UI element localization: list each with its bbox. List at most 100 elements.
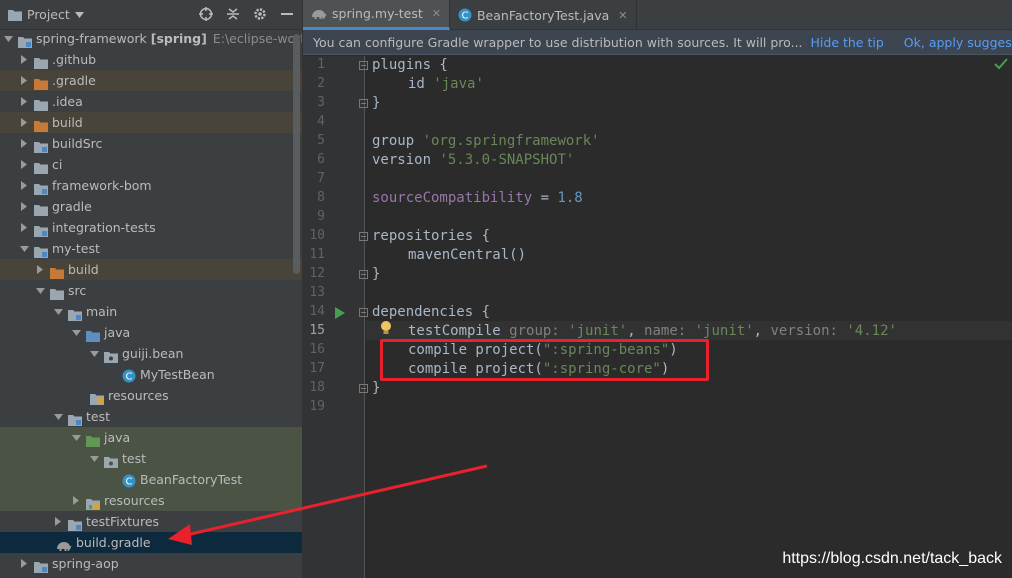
tree-node-framework-bom[interactable]: framework-bom [0, 175, 302, 196]
tree-node-github[interactable]: .github [0, 49, 302, 70]
inspection-ok-icon [994, 58, 1008, 70]
chevron-down-icon[interactable] [34, 280, 46, 301]
code-line-3: } [372, 95, 381, 111]
tree-node-idea[interactable]: .idea [0, 91, 302, 112]
tree-node-label: build.gradle [76, 535, 151, 550]
hide-panel-icon[interactable] [278, 5, 296, 23]
folder-icon [34, 54, 48, 69]
tree-node-label: spring-aop [52, 556, 119, 571]
tree-node-test-package[interactable]: test [0, 448, 302, 469]
chevron-right-icon[interactable] [18, 70, 30, 91]
chevron-down-icon[interactable] [70, 322, 82, 343]
tree-node-gradle-cache[interactable]: .gradle [0, 70, 302, 91]
code-line-5: group 'org.springframework' [372, 133, 600, 149]
apply-suggestion-link[interactable]: Ok, apply suggestion! [904, 35, 1012, 50]
tab-beanfactorytest-java[interactable]: C BeanFactoryTest.java ✕ [450, 0, 637, 30]
gear-icon[interactable] [251, 5, 269, 23]
code-area[interactable]: plugins { id 'java' } group 'org.springf… [366, 56, 1012, 578]
tree-node-my-test-build[interactable]: build [0, 259, 302, 280]
gradle-elephant-icon [312, 9, 327, 19]
chevron-right-icon[interactable] [18, 91, 30, 112]
tree-node-label: integration-tests [52, 220, 156, 235]
tree-node-main-resources[interactable]: resources [0, 385, 302, 406]
code-line-8: sourceCompatibility = 1.8 [372, 190, 583, 206]
java-class-icon: C [122, 473, 136, 487]
run-icon[interactable] [335, 307, 345, 319]
chevron-right-icon[interactable] [18, 175, 30, 196]
chevron-right-icon[interactable] [52, 511, 64, 532]
tree-node-main[interactable]: main [0, 301, 302, 322]
tree-node-test-java[interactable]: java [0, 427, 302, 448]
tree-node-label: framework-bom [52, 178, 152, 193]
tree-node-testfixtures[interactable]: testFixtures [0, 511, 302, 532]
test-resources-folder-icon [86, 495, 100, 510]
java-class-icon: C [458, 8, 472, 22]
tree-node-integration-tests[interactable]: integration-tests [0, 217, 302, 238]
tree-node-label: resources [108, 388, 169, 403]
editor: spring.my-test ✕ C BeanFactoryTest.java … [302, 0, 1012, 578]
chevron-down-icon[interactable] [88, 448, 100, 469]
close-icon[interactable]: ✕ [432, 7, 441, 20]
tree-node-label: my-test [52, 241, 100, 256]
module-folder-icon [34, 138, 48, 153]
tree-node-spring-aop[interactable]: spring-aop [0, 553, 302, 574]
tree-node-spring-framework[interactable]: spring-framework [spring] E:\eclipse-work… [0, 28, 302, 49]
hide-tip-link[interactable]: Hide the tip [811, 35, 884, 50]
tree-node-test[interactable]: test [0, 406, 302, 427]
chevron-down-icon[interactable] [70, 427, 82, 448]
tree-node-label: resources [104, 493, 165, 508]
chevron-down-icon[interactable] [2, 28, 14, 49]
svg-text:C: C [461, 11, 468, 22]
svg-text:C: C [126, 476, 133, 487]
chevron-down-icon[interactable] [52, 406, 64, 427]
module-folder-icon [34, 222, 48, 237]
project-view-selector[interactable]: Project [8, 7, 84, 22]
tree-node-ci[interactable]: ci [0, 154, 302, 175]
line-number: 14 [309, 304, 325, 319]
tree-node-main-java[interactable]: java [0, 322, 302, 343]
locate-icon[interactable] [197, 5, 215, 23]
tree-node-guiji-bean[interactable]: guiji.bean [0, 343, 302, 364]
collapse-all-icon[interactable] [224, 5, 242, 23]
chevron-right-icon[interactable] [70, 490, 82, 511]
chevron-right-icon[interactable] [34, 259, 46, 280]
chevron-right-icon[interactable] [18, 553, 30, 574]
tree-node-build[interactable]: build [0, 112, 302, 133]
tree-node-label: test [86, 409, 111, 424]
tree-node-my-test[interactable]: my-test [0, 238, 302, 259]
line-number: 3 [317, 95, 325, 110]
tree-node-buildsrc[interactable]: buildSrc [0, 133, 302, 154]
tree-node-label: src [68, 283, 87, 298]
svg-text:C: C [126, 371, 133, 382]
tree-node-test-resources[interactable]: resources [0, 490, 302, 511]
chevron-down-icon[interactable] [88, 343, 100, 364]
tree-node-src[interactable]: src [0, 280, 302, 301]
tree-node-label: main [86, 304, 118, 319]
tree-node-build-gradle[interactable]: build.gradle [0, 532, 302, 553]
chevron-right-icon[interactable] [18, 154, 30, 175]
tree-node-gradle[interactable]: gradle [0, 196, 302, 217]
chevron-right-icon[interactable] [18, 217, 30, 238]
line-number: 5 [317, 133, 325, 148]
chevron-down-icon[interactable] [18, 238, 30, 259]
gradle-elephant-icon [56, 537, 72, 551]
excluded-folder-icon [34, 75, 48, 90]
chevron-right-icon[interactable] [18, 112, 30, 133]
project-title: Project [27, 7, 70, 22]
excluded-folder-icon [50, 264, 64, 279]
banner-message: You can configure Gradle wrapper to use … [313, 34, 803, 50]
line-number: 2 [317, 76, 325, 91]
lightbulb-icon[interactable] [380, 320, 392, 336]
test-source-folder-icon [86, 432, 100, 447]
chevron-down-icon[interactable] [52, 301, 64, 322]
chevron-right-icon[interactable] [18, 196, 30, 217]
tree-node-mytestbean[interactable]: C MyTestBean [0, 364, 302, 385]
chevron-right-icon[interactable] [18, 133, 30, 154]
project-scrollbar[interactable] [293, 34, 300, 274]
tree-node-beanfactorytest[interactable]: C BeanFactoryTest [0, 469, 302, 490]
annotation-highlight-box [380, 339, 709, 381]
chevron-right-icon[interactable] [18, 49, 30, 70]
tab-spring-my-test[interactable]: spring.my-test ✕ [303, 0, 450, 30]
tree-node-label: .github [52, 52, 97, 67]
close-icon[interactable]: ✕ [618, 9, 627, 22]
